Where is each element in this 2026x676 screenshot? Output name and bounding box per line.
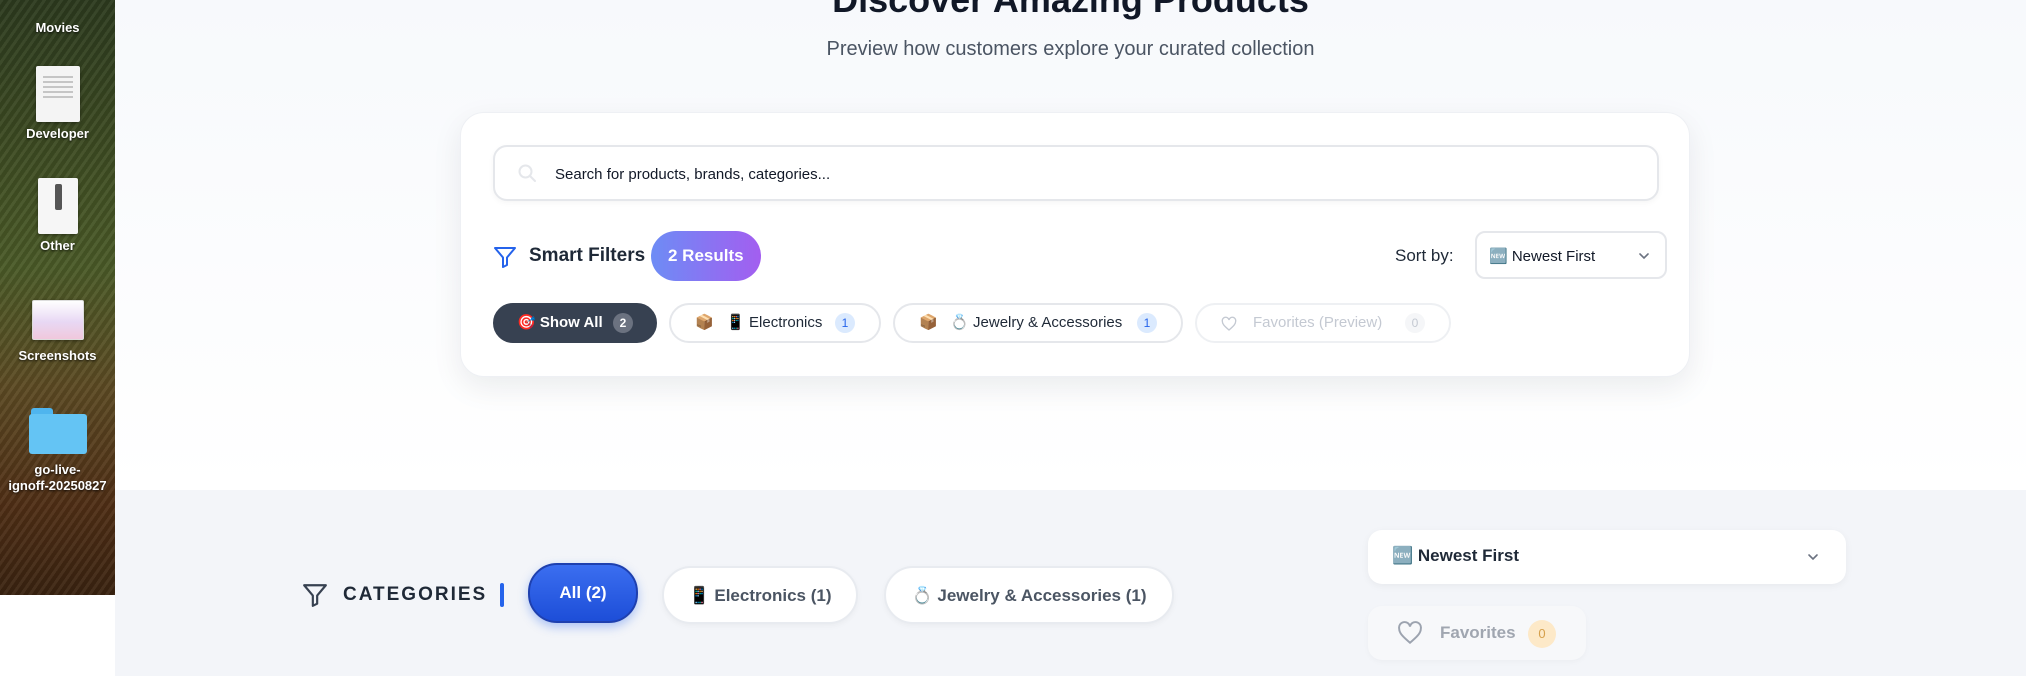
chip-jewelry[interactable]: 📦 💍 Jewelry & Accessories 1 [893, 303, 1183, 343]
categories-label: CATEGORIES [343, 584, 488, 605]
filter-panel: Smart Filters 2 Results Sort by: 🆕 Newes… [460, 112, 1690, 377]
desktop-item-label-line2: ignoff-20250827 [8, 478, 107, 493]
favorites-count: 0 [1528, 620, 1556, 648]
desktop-item-screenshots[interactable]: Screenshots [0, 300, 115, 364]
chip-label: 🎯 Show All [517, 314, 603, 331]
archive-icon [37, 178, 78, 234]
desktop-item-other[interactable]: Other [0, 178, 115, 254]
chip-show-all[interactable]: 🎯 Show All 2 [493, 303, 657, 343]
chip-favorites-preview[interactable]: Favorites (Preview) 0 [1195, 303, 1451, 343]
desktop-item-movies[interactable]: Movies [0, 20, 115, 36]
filters-row: Smart Filters 2 Results Sort by: 🆕 Newes… [493, 231, 1667, 283]
category-jewelry-button[interactable]: 💍 Jewelry & Accessories (1) [884, 566, 1174, 624]
hero-section: Discover Amazing Products Preview how cu… [115, 0, 2026, 490]
chip-label: 📦 📱 Electronics [695, 314, 823, 331]
category-electronics-button[interactable]: 📱 Electronics (1) [662, 566, 858, 624]
folder-icon [28, 408, 87, 454]
category-all-button[interactable]: All (2) [528, 563, 638, 623]
chip-label: Favorites (Preview) [1253, 314, 1383, 331]
search-input[interactable] [555, 161, 1635, 187]
chip-label: 📦 💍 Jewelry & Accessories [919, 314, 1123, 331]
sort-select[interactable]: 🆕 Newest First [1475, 231, 1667, 279]
search-box[interactable] [493, 145, 1659, 201]
chevron-down-icon [1808, 554, 1818, 561]
page-subtitle: Preview how customers explore your curat… [826, 38, 1315, 60]
chip-electronics[interactable]: 📦 📱 Electronics 1 [669, 303, 881, 343]
desktop-item-developer[interactable]: Developer [0, 66, 115, 142]
chip-count: 2 [613, 313, 633, 333]
page-title: Discover Amazing Products [115, 0, 2026, 20]
document-icon [35, 66, 80, 122]
chip-count: 0 [1405, 313, 1425, 333]
desktop-wallpaper: Movies Developer Other Screenshots go-li… [0, 0, 115, 595]
screenshot-icon [31, 300, 84, 340]
favorites-button[interactable]: Favorites 0 [1368, 606, 1586, 660]
desktop-item-label: Other [40, 238, 75, 253]
chevron-down-icon [1639, 253, 1649, 260]
categories-divider [500, 583, 504, 607]
desktop-item-go-live-folder[interactable]: go-live- ignoff-20250827 [0, 408, 115, 494]
results-badge: 2 Results [651, 231, 761, 281]
sort-label: Sort by: [1395, 246, 1454, 265]
desktop-blank-area [0, 595, 115, 676]
sort-value: 🆕 Newest First [1392, 546, 1519, 565]
heart-icon [1398, 621, 1422, 645]
desktop-item-label: Screenshots [18, 348, 97, 363]
chip-count: 1 [1137, 313, 1157, 333]
sort-value: 🆕 Newest First [1489, 248, 1596, 265]
search-icon [518, 164, 536, 182]
secondary-sort-select[interactable]: 🆕 Newest First [1368, 530, 1846, 584]
smart-filters-label: Smart Filters [529, 245, 646, 266]
filter-icon [494, 247, 516, 268]
favorites-label: Favorites [1440, 623, 1516, 642]
heart-icon [1221, 316, 1237, 331]
desktop-item-label: Developer [26, 126, 89, 141]
desktop-item-label: Movies [35, 20, 80, 35]
categories-filter-icon [303, 584, 327, 607]
chip-count: 1 [835, 313, 855, 333]
desktop-item-label-line1: go-live- [34, 462, 81, 477]
